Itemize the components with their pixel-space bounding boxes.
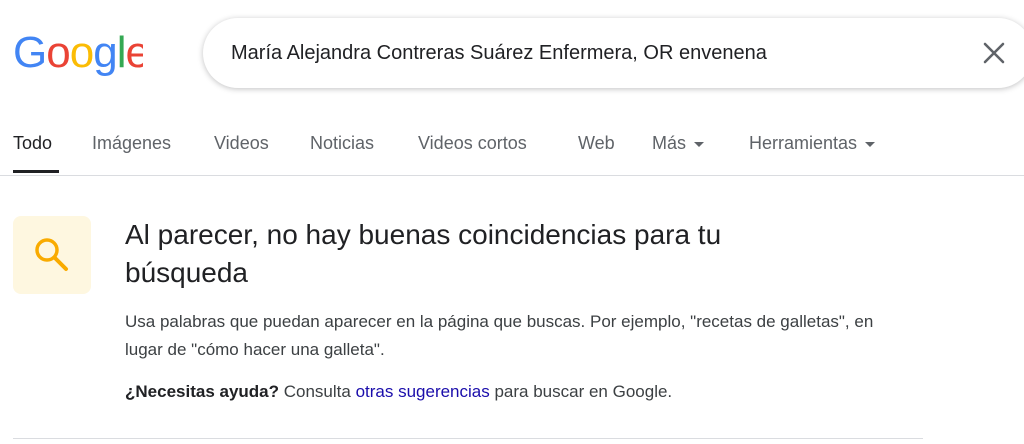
help-pre: Consulta — [279, 382, 356, 401]
tab-todo[interactable]: Todo — [13, 133, 52, 154]
chevron-down-icon — [694, 141, 705, 147]
search-icon — [35, 238, 68, 271]
search-box[interactable]: María Alejandra Contreras Suárez Enferme… — [203, 18, 1024, 88]
logo-letter-5: l — [117, 28, 126, 77]
tab-herramientas[interactable]: Herramientas — [749, 133, 876, 154]
help-post: para buscar en Google. — [489, 382, 673, 401]
search-tabs: Todo Imágenes Videos Noticias Videos cor… — [0, 118, 1024, 176]
logo-letter-4: g — [93, 28, 116, 77]
logo-letter-2: o — [46, 28, 69, 77]
tab-mas-label: Más — [652, 133, 687, 153]
no-results-icon-tile — [13, 216, 91, 294]
tab-mas[interactable]: Más — [652, 133, 705, 154]
active-tab-indicator — [13, 170, 59, 173]
divider — [13, 438, 923, 439]
search-input[interactable]: María Alejandra Contreras Suárez Enferme… — [231, 18, 767, 88]
tab-imagenes[interactable]: Imágenes — [92, 133, 171, 154]
no-results-tip: Usa palabras que puedan aparecer en la p… — [125, 312, 874, 359]
logo-letter-6: e — [125, 28, 143, 77]
tab-videos-cortos[interactable]: Videos cortos — [418, 133, 527, 154]
tab-videos[interactable]: Videos — [214, 133, 269, 154]
logo-letter-3: o — [70, 28, 93, 77]
close-icon[interactable] — [981, 40, 1007, 66]
tab-noticias[interactable]: Noticias — [310, 133, 374, 154]
more-tips-link[interactable]: otras sugerencias — [356, 382, 490, 401]
svg-text:Google: Google — [13, 28, 143, 77]
no-results-title: Al parecer, no hay buenas coincidencias … — [125, 219, 722, 288]
tab-web[interactable]: Web — [578, 133, 615, 154]
google-logo[interactable]: Google — [13, 27, 143, 77]
tab-herramientas-label: Herramientas — [749, 133, 858, 153]
chevron-down-icon — [865, 141, 876, 147]
logo-letter-1: G — [13, 28, 46, 77]
help-heading: ¿Necesitas ayuda? — [125, 382, 280, 401]
help-line: ¿Necesitas ayuda? Consulta otras sugeren… — [125, 378, 905, 406]
